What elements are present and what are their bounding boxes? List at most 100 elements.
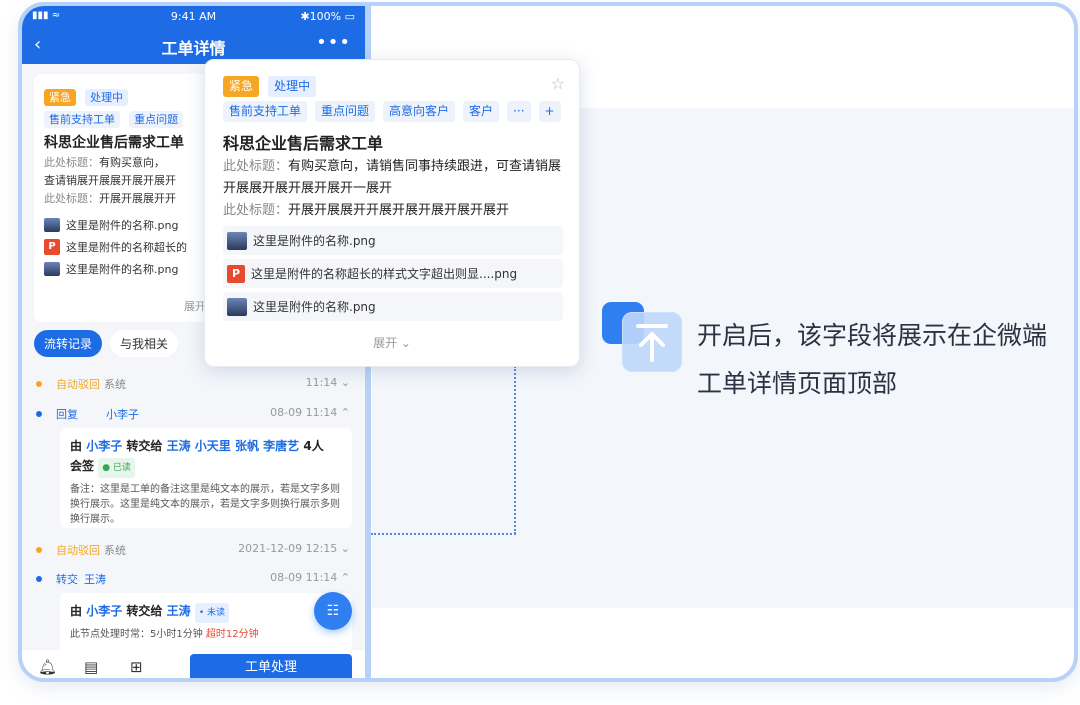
log-detail: 由 小李子 转交给 王涛 小天里 张帆 李唐艺 4人 会签 ● 已读 备注：这里… xyxy=(60,428,352,528)
log-time: 11:14 ⌄ xyxy=(305,376,350,389)
message-icon[interactable]: ▤ xyxy=(84,658,98,676)
transfer-prefix: 由 xyxy=(70,439,83,453)
user-link[interactable]: 王涛 小天里 张帆 李唐艺 xyxy=(167,439,300,453)
list-fab-button[interactable]: ☷ xyxy=(314,592,352,630)
desc-label: 此处标题： xyxy=(44,192,99,205)
label-tag: 客户 xyxy=(463,101,500,122)
more-tags-button[interactable]: ··· xyxy=(507,101,531,122)
duration-line: 此节点处理时常：5小时1分钟 超时12分钟 xyxy=(70,627,342,642)
connector-line xyxy=(371,533,516,535)
desc-label: 此处标题： xyxy=(223,203,289,218)
star-icon[interactable]: ☆ xyxy=(551,74,565,93)
zoomed-ticket-card: 紧急 处理中 ☆ 售前支持工单 重点问题 高意向客户 客户 ··· + 科思企业… xyxy=(204,59,580,367)
log-type: 自动驳回 xyxy=(56,544,100,557)
log-actor: 系统 xyxy=(104,544,126,557)
more-icon[interactable]: ••• xyxy=(316,32,351,53)
log-type: 转交 xyxy=(56,573,78,586)
attachment-name: 这里是附件的名称.png xyxy=(66,219,179,232)
status-dot xyxy=(36,381,42,387)
add-icon[interactable]: ⊞ xyxy=(130,658,143,676)
page-title: 工单详情 xyxy=(161,39,226,58)
log-time: 08-09 11:14 ⌃ xyxy=(270,571,350,584)
attachment-item[interactable]: P 这里是附件的名称超长的样式文字超出则显....png xyxy=(223,259,563,288)
status-dot xyxy=(36,547,42,553)
urgent-tag: 紧急 xyxy=(223,76,260,97)
label-tag: 售前支持工单 xyxy=(223,101,308,122)
record-tabs: 流转记录 与我相关 xyxy=(34,330,186,357)
battery-icon: ✱100% ▭ xyxy=(300,10,355,23)
image-file-icon xyxy=(44,262,60,276)
image-file-icon xyxy=(227,231,247,250)
overtime-text: 超时12分钟 xyxy=(205,629,259,640)
screenshot-frame: ▮▮▮ ≈ 9:41 AM ✱100% ▭ ‹ 工单详情 ••• 紧急 处理中 … xyxy=(18,2,1078,682)
log-type: 自动驳回 xyxy=(56,378,100,391)
feature-line: 工单详情页面顶部 xyxy=(697,369,898,398)
transfer-line: 由 小李子 转交给 王涛 小天里 张帆 李唐艺 4人 xyxy=(70,436,342,456)
process-ticket-button[interactable]: 工单处理 xyxy=(190,654,352,678)
status-dot xyxy=(36,411,42,417)
label-tag: 重点问题 xyxy=(129,111,184,128)
transfer-verb: 转交给 xyxy=(126,604,163,618)
expand-link[interactable]: 展开 xyxy=(184,298,206,314)
user-link[interactable]: 小李子 xyxy=(86,604,122,618)
ticket-description: 此处标题：有购买意向，请销售同事持续跟进，可查请销展开展展开展开展开展开一展开 … xyxy=(223,156,568,222)
log-type: 回复 xyxy=(56,408,78,421)
desc-text: 有购买意向， xyxy=(99,156,165,169)
attachment-item[interactable]: 这里是附件的名称.png xyxy=(44,214,194,236)
attachment-item[interactable]: 这里是附件的名称.png xyxy=(44,258,194,280)
log-time: 2021-12-09 12:15 ⌄ xyxy=(238,542,350,555)
read-badge: ● 已读 xyxy=(98,458,135,478)
desc-text: 开展开展展开开展开展开展开展开展开 xyxy=(288,203,510,218)
sign-text: 会签 xyxy=(70,459,95,473)
note-text: 备注：这里是工单的备注这里是纯文本的展示，若是文字多则换行展示。这里是纯文本的展… xyxy=(70,484,340,525)
attachment-name: 这里是附件的名称.png xyxy=(253,234,376,248)
attachment-item[interactable]: 这里是附件的名称.png xyxy=(223,292,563,321)
log-actor: 王涛 xyxy=(84,573,106,586)
desc-text: 查请销展开展展开展开展开 xyxy=(44,174,176,187)
log-actor: 小李子 xyxy=(106,408,139,421)
user-count: 4人 xyxy=(303,439,324,453)
attachment-item[interactable]: P 这里是附件的名称超长的 xyxy=(44,236,194,258)
image-file-icon xyxy=(44,218,60,232)
log-detail: 由 小李子 转交给 王涛 • 未读 此节点处理时常：5小时1分钟 超时12分钟 xyxy=(60,593,352,653)
image-file-icon xyxy=(227,297,247,316)
log-entry[interactable]: 自动驳回 系统 2021-12-09 12:15 ⌄ xyxy=(34,542,354,558)
ticket-description: 此处标题：有购买意向， 查请销展开展展开展开展开 此处标题：开展开展展开开 xyxy=(44,154,194,208)
pin-to-top-icon xyxy=(602,302,684,374)
log-actor: 系统 xyxy=(104,378,126,391)
log-entry[interactable]: 自动驳回 系统 11:14 ⌄ xyxy=(34,376,354,392)
attachment-name: 这里是附件的名称超长的 xyxy=(66,241,187,254)
attachment-item[interactable]: 这里是附件的名称.png xyxy=(223,226,563,255)
status-bar: ▮▮▮ ≈ 9:41 AM ✱100% ▭ xyxy=(22,6,365,26)
desc-label: 此处标题： xyxy=(44,156,99,169)
expand-link[interactable]: 展开 ⌄ xyxy=(205,334,579,351)
attachment-name: 这里是附件的名称.png xyxy=(66,263,179,276)
ticket-title: 科思企业售后需求工单 xyxy=(223,134,384,153)
attachment-list: 这里是附件的名称.png P 这里是附件的名称超长的 这里是附件的名称.png xyxy=(44,214,194,280)
label-tag: 售前支持工单 xyxy=(44,111,120,128)
tab-related-to-me[interactable]: 与我相关 xyxy=(110,330,179,357)
status-dot xyxy=(36,576,42,582)
attachment-name: 这里是附件的名称超长的样式文字超出则显....png xyxy=(251,267,518,281)
ticket-title: 科思企业售后需求工单 xyxy=(44,135,184,151)
user-link[interactable]: 王涛 xyxy=(167,604,191,618)
transfer-verb: 转交给 xyxy=(126,439,163,453)
transfer-prefix: 由 xyxy=(70,604,83,618)
bell-icon[interactable]: 🔔︎ xyxy=(38,658,57,676)
transfer-line: 由 小李子 转交给 王涛 • 未读 xyxy=(70,601,342,623)
log-entry[interactable]: 转交 王涛 08-09 11:14 ⌃ xyxy=(34,571,354,587)
add-tag-button[interactable]: + xyxy=(538,101,561,122)
user-link[interactable]: 小李子 xyxy=(86,439,122,453)
pdf-file-icon: P xyxy=(44,239,60,255)
urgent-tag: 紧急 xyxy=(44,89,76,106)
desc-text: 开展开展展开开 xyxy=(99,192,176,205)
unread-badge: • 未读 xyxy=(194,603,229,623)
feature-description: 开启后，该字段将展示在企微端 工单详情页面顶部 xyxy=(697,312,1047,408)
connector-line xyxy=(514,366,516,534)
log-entry[interactable]: 回复 小李子 08-09 11:14 ⌃ xyxy=(34,406,354,422)
sign-line: 会签 ● 已读 xyxy=(70,456,342,478)
status-tag: 处理中 xyxy=(85,89,129,106)
tab-flow-records[interactable]: 流转记录 xyxy=(34,330,103,357)
bottom-bar: 🔔︎ ▤ ⊞ 工单处理 xyxy=(22,650,365,678)
label-tag: 高意向客户 xyxy=(383,101,456,122)
